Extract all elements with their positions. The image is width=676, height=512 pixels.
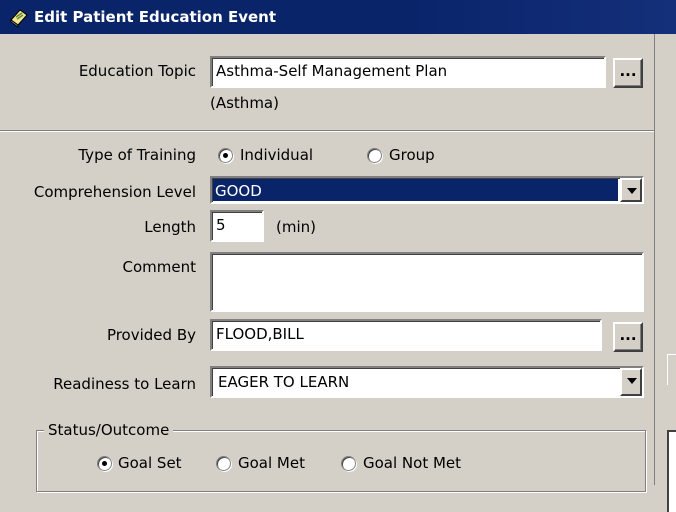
comment-textarea[interactable] xyxy=(210,252,644,312)
provided-by-browse-button[interactable]: ... xyxy=(613,322,643,352)
background-window-edge xyxy=(654,34,676,512)
separator xyxy=(0,130,654,132)
comment-label: Comment xyxy=(122,258,197,276)
chevron-down-icon[interactable] xyxy=(620,368,642,396)
chevron-down-icon[interactable] xyxy=(620,178,642,202)
readiness-label: Readiness to Learn xyxy=(53,375,196,393)
comprehension-level-dropdown[interactable]: GOOD xyxy=(210,176,644,204)
readiness-value: EAGER TO LEARN xyxy=(218,373,350,391)
radio-goal-not-met-label: Goal Not Met xyxy=(363,454,462,472)
radio-goal-met[interactable] xyxy=(216,456,231,471)
status-outcome-title: Status/Outcome xyxy=(44,421,174,439)
length-unit: (min) xyxy=(276,218,316,236)
radio-goal-not-met[interactable] xyxy=(341,456,356,471)
radio-group-label: Group xyxy=(389,146,435,164)
comprehension-level-label: Comprehension Level xyxy=(33,183,196,201)
title-bar[interactable]: Edit Patient Education Event xyxy=(0,0,676,34)
length-label: Length xyxy=(144,218,196,236)
provided-by-label: Provided By xyxy=(106,326,196,344)
radio-individual-label: Individual xyxy=(240,146,314,164)
provided-by-field[interactable]: FLOOD,BILL xyxy=(210,319,602,351)
education-book-icon xyxy=(10,9,28,28)
radio-goal-met-label: Goal Met xyxy=(238,454,305,472)
type-of-training-label: Type of Training xyxy=(78,146,196,164)
background-window-field xyxy=(667,430,676,512)
radio-group[interactable] xyxy=(367,148,382,163)
background-window-tab xyxy=(667,354,676,385)
education-topic-label: Education Topic xyxy=(78,62,196,80)
education-topic-browse-button[interactable]: ... xyxy=(613,58,643,88)
radio-individual[interactable] xyxy=(218,148,233,163)
window-title: Edit Patient Education Event xyxy=(34,8,277,26)
radio-goal-set-label: Goal Set xyxy=(118,454,182,472)
radio-goal-set[interactable] xyxy=(97,456,112,471)
length-input[interactable]: 5 xyxy=(210,210,264,242)
education-topic-category: (Asthma) xyxy=(210,94,279,112)
education-topic-field[interactable]: Asthma-Self Management Plan xyxy=(210,56,606,88)
readiness-dropdown[interactable]: EAGER TO LEARN xyxy=(210,366,644,398)
comprehension-level-value: GOOD xyxy=(213,179,618,201)
